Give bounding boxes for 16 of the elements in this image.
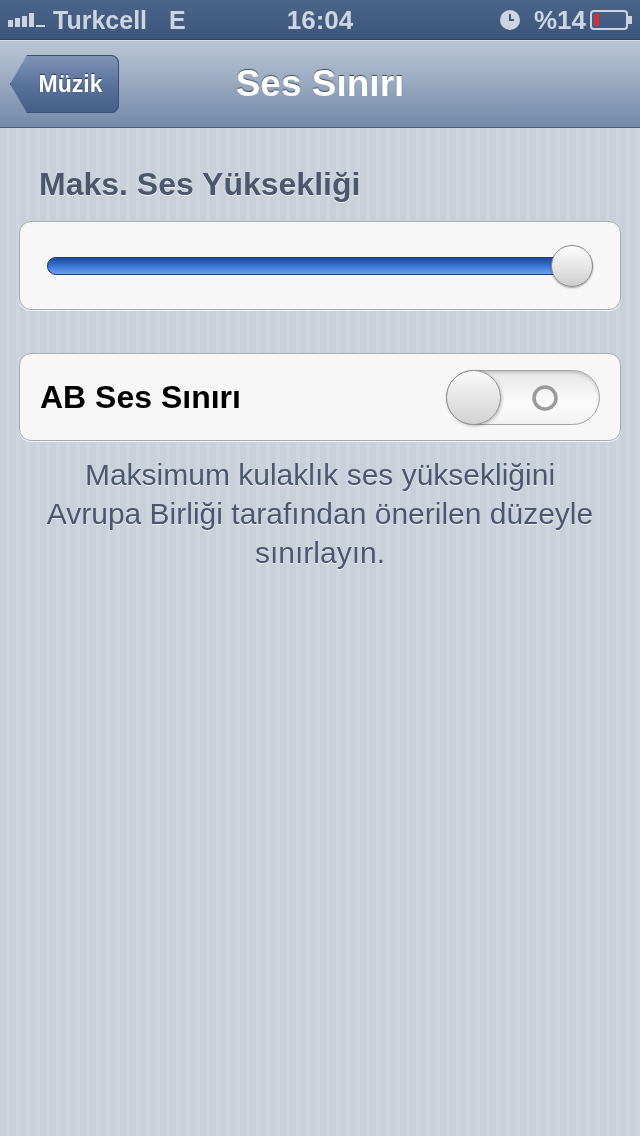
- footer-note: Maksimum kulaklık ses yüksekliğini Avrupa Birliği tarafından önerilen düzeyle sınırlayın.: [45, 457, 595, 571]
- network-type: E: [169, 4, 186, 35]
- clock-icon: [499, 9, 520, 30]
- navigation-title: Ses Sınırı: [235, 62, 405, 106]
- back-button[interactable]: Müzik: [10, 55, 119, 113]
- cell-label: AB Ses Sınırı: [40, 378, 241, 416]
- battery-icon: [590, 9, 632, 30]
- volume-slider-track[interactable]: [47, 244, 593, 287]
- section-header: Maks. Ses Yüksekliği: [39, 165, 361, 204]
- status-time: 16:04: [286, 4, 354, 35]
- toggle-switch[interactable]: [446, 369, 600, 425]
- battery-percent: %14: [533, 4, 586, 35]
- carrier-name: Turkcell: [53, 4, 148, 35]
- ring-icon: [532, 384, 558, 411]
- signal-bars-icon: [8, 12, 45, 27]
- slider-thumb[interactable]: [551, 244, 593, 287]
